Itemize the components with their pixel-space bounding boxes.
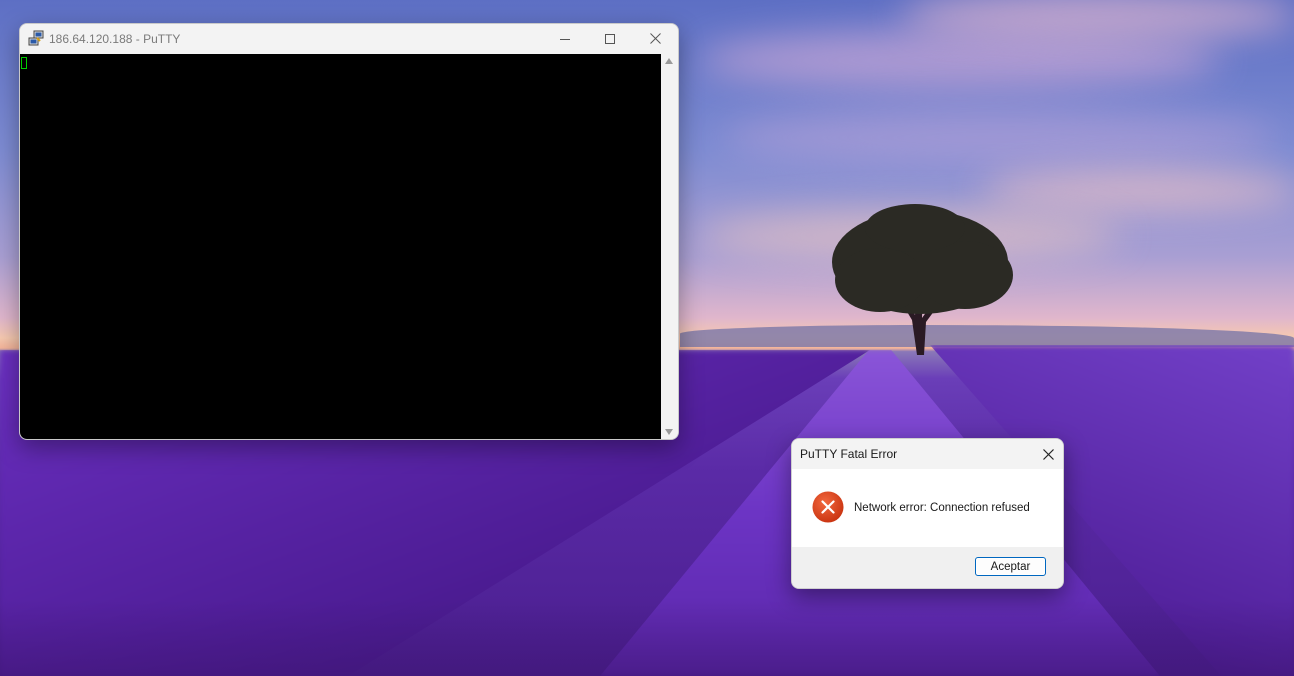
vertical-scrollbar[interactable] — [661, 54, 678, 439]
error-message: Network error: Connection refused — [854, 502, 1030, 514]
close-icon[interactable] — [1033, 439, 1063, 469]
dialog-body: Network error: Connection refused — [792, 469, 1063, 547]
dialog-footer: Aceptar — [792, 547, 1063, 588]
window-title: 186.64.120.188 - PuTTY — [49, 32, 181, 46]
terminal-area[interactable] — [20, 54, 661, 439]
putty-window[interactable]: 186.64.120.188 - PuTTY — [19, 23, 679, 440]
error-icon — [812, 491, 844, 523]
close-icon[interactable] — [632, 24, 678, 53]
scroll-down-icon[interactable] — [665, 429, 673, 435]
scroll-up-icon[interactable] — [665, 58, 673, 64]
maximize-icon[interactable] — [587, 24, 633, 53]
titlebar[interactable]: 186.64.120.188 - PuTTY — [20, 24, 678, 53]
putty-icon[interactable] — [28, 30, 45, 47]
error-dialog[interactable]: PuTTY Fatal Error Network error: Connect… — [791, 438, 1064, 589]
accept-button[interactable]: Aceptar — [975, 557, 1046, 576]
minimize-icon[interactable] — [542, 24, 588, 53]
dialog-titlebar[interactable]: PuTTY Fatal Error — [792, 439, 1063, 469]
dialog-title: PuTTY Fatal Error — [800, 447, 898, 461]
terminal-cursor — [21, 57, 27, 69]
